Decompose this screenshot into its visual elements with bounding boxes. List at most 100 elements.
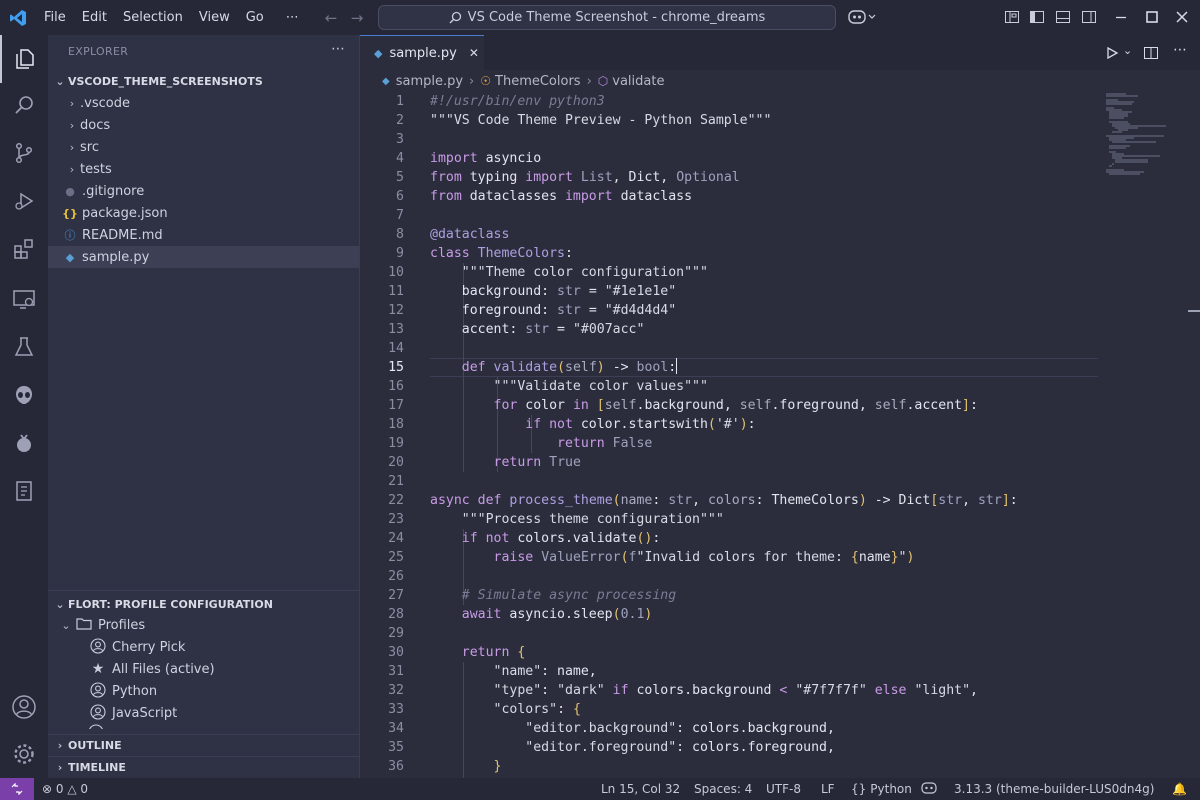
menu-go[interactable]: Go <box>238 0 272 35</box>
minimap[interactable] <box>1104 92 1184 182</box>
profile-label: Python <box>112 683 158 699</box>
code-line: if not color.startswith('#'): <box>525 417 756 432</box>
python-interpreter[interactable]: 3.13.3 (theme-builder-LUS0dn4g) <box>954 778 1154 800</box>
tree-item-label: package.json <box>82 205 168 221</box>
copilot-icon[interactable] <box>848 8 878 30</box>
encoding-setting[interactable]: UTF-8 <box>766 778 801 800</box>
profiles-folder[interactable]: ⌄ Profiles <box>48 614 359 636</box>
tree-item-package-json[interactable]: {} package.json <box>48 202 359 224</box>
remote-indicator-icon[interactable] <box>0 778 34 800</box>
toggle-primary-sidebar-icon[interactable] <box>1029 9 1045 25</box>
menu-selection[interactable]: Selection <box>115 0 191 35</box>
run-python-icon[interactable] <box>1105 46 1119 60</box>
toggle-secondary-sidebar-icon[interactable] <box>1081 9 1097 25</box>
code-line: "colors": { <box>493 702 581 717</box>
menu-view[interactable]: View <box>191 0 238 35</box>
tree-item-tests[interactable]: › tests <box>48 158 359 180</box>
testing-icon[interactable] <box>0 323 48 371</box>
outline-header[interactable]: › OUTLINE <box>48 734 359 756</box>
chevron-down-icon: ⌄ <box>55 74 65 88</box>
chevron-right-icon: › <box>69 96 75 110</box>
code-line: from typing import List, Dict, Optional <box>430 170 740 185</box>
eol-setting[interactable]: LF <box>821 778 835 800</box>
code-line: """Validate color values""" <box>493 379 708 394</box>
fruit-extension-icon[interactable] <box>0 419 48 467</box>
code-line: accent: str = "#007acc" <box>430 322 645 337</box>
profile-cherry-pick[interactable]: Cherry Pick <box>48 636 359 658</box>
profile-javascript[interactable]: JavaScript <box>48 702 359 724</box>
tree-item-gitignore[interactable]: ● .gitignore <box>48 180 359 202</box>
code-line: """Theme color configuration""" <box>461 265 708 280</box>
code-line: @dataclass <box>430 227 510 242</box>
settings-gear-icon[interactable] <box>0 730 48 778</box>
line-number: 29 <box>360 624 1100 643</box>
back-arrow-icon[interactable]: ← <box>318 9 344 27</box>
tree-item-docs[interactable]: › docs <box>48 114 359 136</box>
code-line: raise ValueError(f"Invalid colors for th… <box>493 550 915 565</box>
workspace-root-header[interactable]: ⌄ VSCODE_THEME_SCREENSHOTS <box>48 70 359 92</box>
indentation-setting[interactable]: Spaces: 4 <box>694 778 752 800</box>
remote-explorer-icon[interactable] <box>0 275 48 323</box>
line-number-text: 21 <box>388 474 404 489</box>
language-mode[interactable]: {} Python <box>851 778 912 800</box>
tab-label: sample.py <box>389 45 457 61</box>
code-line: "type": "dark" if colors.background < "#… <box>493 683 978 698</box>
activity-bar <box>0 35 48 778</box>
minimize-icon[interactable] <box>1113 9 1129 25</box>
search-view-icon[interactable] <box>0 81 48 129</box>
extensions-icon[interactable] <box>0 225 48 273</box>
tab-sample-py[interactable]: ◆ sample.py ✕ <box>360 35 484 70</box>
code-editor[interactable]: 1 2 3 4 5 6 7 8 9 10 11 12 13 14 15 16 17 18 19 20 21 22 23 24 2… <box>360 92 1200 778</box>
menu-edit[interactable]: Edit <box>74 0 115 35</box>
title-bar: File Edit Selection View Go ⋯ ← → VS Cod… <box>0 0 1200 35</box>
problems-indicator[interactable]: ⊗ 0 △ 0 <box>42 778 88 800</box>
tree-item-src[interactable]: › src <box>48 136 359 158</box>
tree-item-vscode[interactable]: › .vscode <box>48 92 359 114</box>
source-control-icon[interactable] <box>0 129 48 177</box>
timeline-header[interactable]: › TIMELINE <box>48 756 359 778</box>
notifications-bell-icon[interactable]: 🔔 <box>1172 778 1187 800</box>
tree-item-readme[interactable]: ⓘ README.md <box>48 224 359 246</box>
close-tab-icon[interactable]: ✕ <box>469 46 479 60</box>
code-line: """Process theme configuration""" <box>461 512 724 527</box>
run-dropdown-chevron-icon[interactable]: ⌄ <box>1123 44 1132 57</box>
accounts-icon[interactable] <box>0 683 48 731</box>
tree-item-label: .vscode <box>80 95 130 111</box>
run-debug-icon[interactable] <box>0 177 48 225</box>
profile-configuration-header[interactable]: ⌄ FLORT: PROFILE CONFIGURATION <box>48 593 359 615</box>
breadcrumb-method[interactable]: validate <box>612 74 664 89</box>
breadcrumb-class[interactable]: ThemeColors <box>495 74 581 89</box>
split-editor-icon[interactable] <box>1143 45 1159 61</box>
line-number: 21 <box>360 472 1100 491</box>
notebook-icon[interactable] <box>0 467 48 515</box>
profile-python[interactable]: Python <box>48 680 359 702</box>
search-icon <box>449 11 461 24</box>
workspace-root-label: VSCODE_THEME_SCREENSHOTS <box>68 74 263 88</box>
menu-more-icon[interactable]: ⋯ <box>272 0 313 35</box>
editor-more-icon[interactable]: ⋯ <box>1173 42 1187 58</box>
code-line-current: def validate(self) -> bool: <box>461 358 678 375</box>
forward-arrow-icon[interactable]: → <box>344 9 370 27</box>
braces-icon: {} <box>851 782 867 796</box>
language-label: Python <box>870 782 912 796</box>
line-number: 3 <box>360 130 1100 149</box>
profile-all-files[interactable]: ★ All Files (active) <box>48 658 359 680</box>
breadcrumb-separator-icon: › <box>469 73 475 89</box>
copilot-status-icon[interactable] <box>921 778 937 800</box>
explorer-more-icon[interactable]: ⋯ <box>331 41 345 57</box>
scrollbar-thumb[interactable] <box>1188 310 1200 312</box>
close-window-icon[interactable] <box>1174 9 1190 25</box>
code-line: if not colors.validate(): <box>461 531 661 546</box>
cursor-position[interactable]: Ln 15, Col 32 <box>601 778 680 800</box>
breadcrumb-file[interactable]: sample.py <box>396 74 463 89</box>
command-center-search[interactable]: VS Code Theme Screenshot - chrome_dreams <box>378 5 836 30</box>
menu-file[interactable]: File <box>36 0 74 35</box>
tree-item-sample-py[interactable]: ◆ sample.py <box>48 246 359 268</box>
code-line: from dataclasses import dataclass <box>430 189 693 204</box>
alien-extension-icon[interactable] <box>0 371 48 419</box>
toggle-panel-icon[interactable] <box>1055 9 1071 25</box>
maximize-icon[interactable] <box>1144 9 1160 25</box>
customize-layout-icon[interactable] <box>1004 9 1020 25</box>
explorer-icon[interactable] <box>0 35 48 83</box>
line-number: 14 <box>360 339 1100 358</box>
